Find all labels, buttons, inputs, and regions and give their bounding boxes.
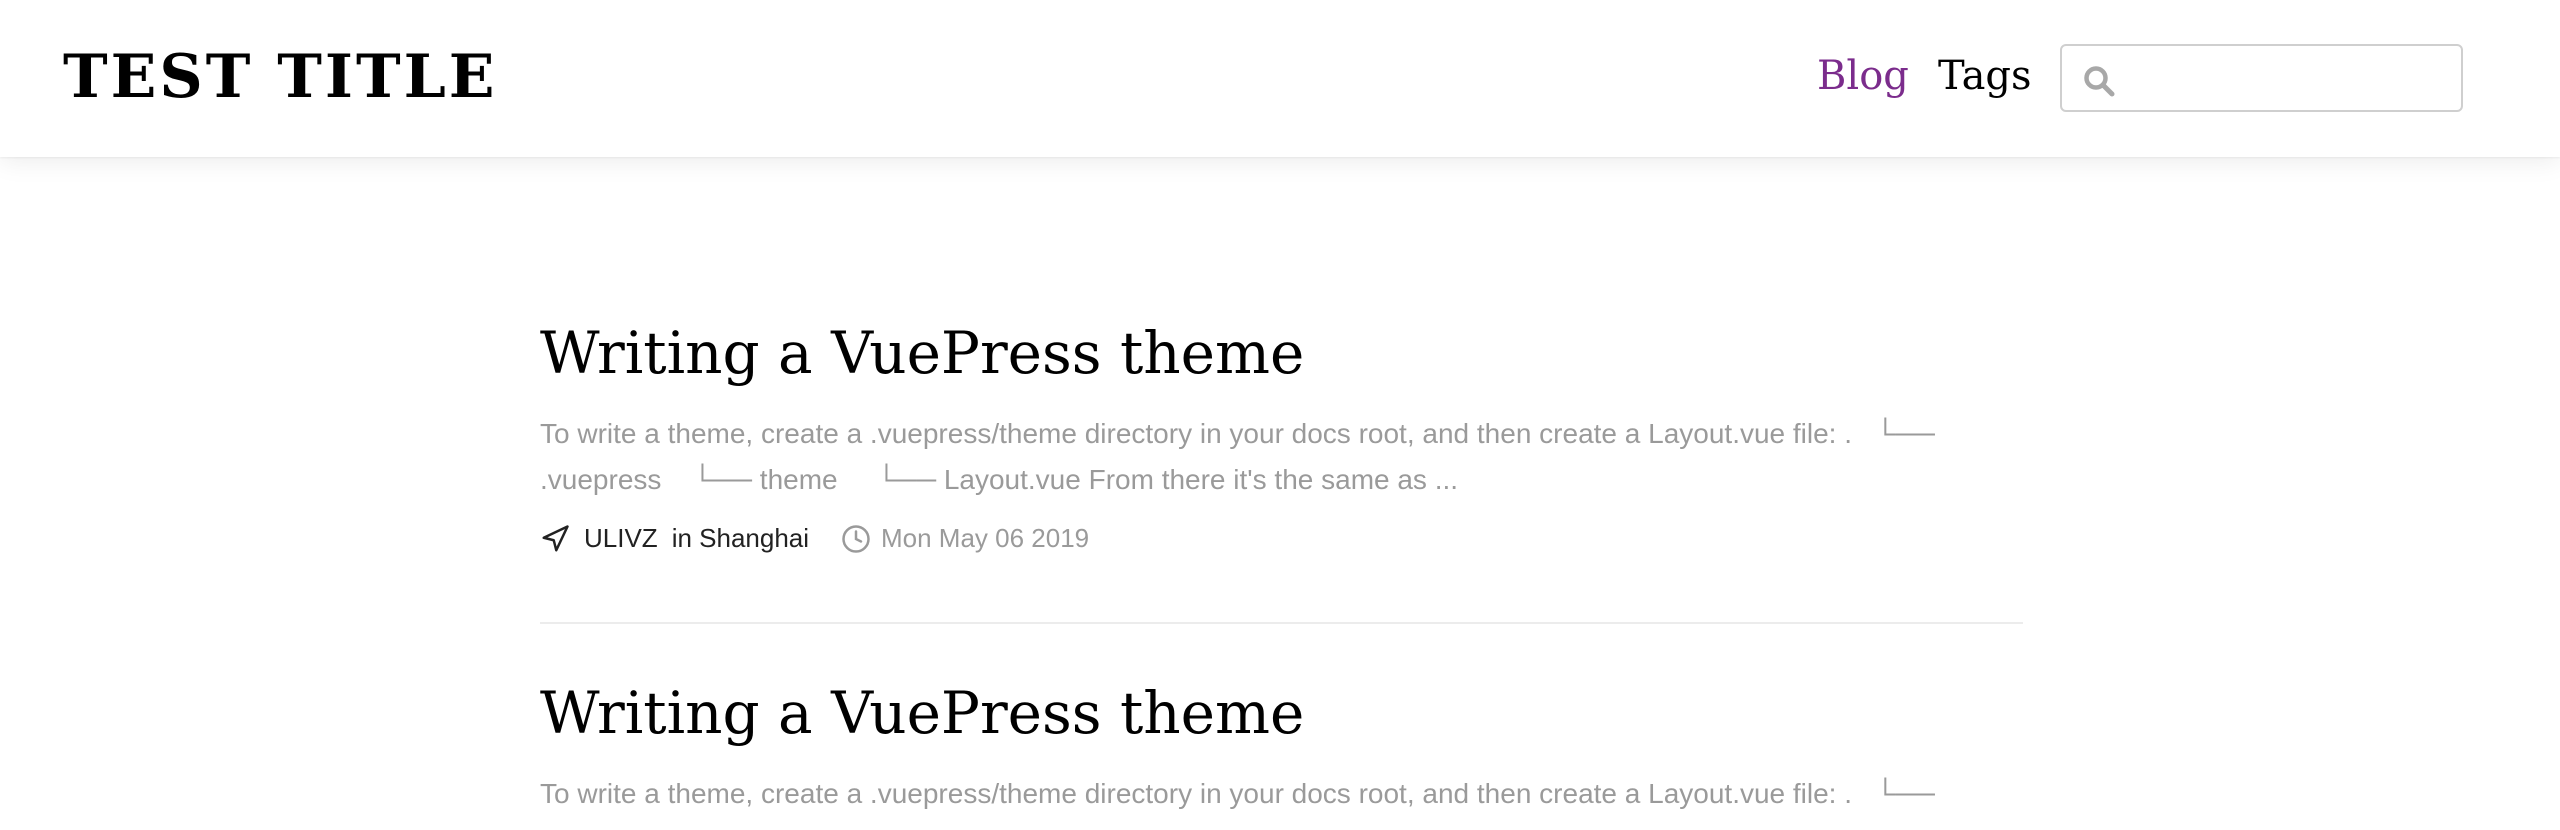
post-summary: To write a theme, create a .vuepress/the… [540,418,1943,495]
author-location: in Shanghai [671,523,810,553]
post-date-text: Mon May 06 2019 [881,523,1090,553]
nav-link-blog[interactable]: Blog [1817,46,1909,106]
post-divider [540,622,2023,624]
site-header: TEST TITLE Blog Tags [0,0,2560,157]
navigation-arrow-icon [542,524,569,551]
search-box[interactable] [2060,44,2463,112]
clock-icon [842,524,870,553]
post-meta: ULIVZ in Shanghai Mon May 06 2019 [540,523,2023,565]
post-title[interactable]: Writing a VuePress theme [540,305,2023,401]
post-title[interactable]: Writing a VuePress theme [540,665,2023,761]
author-name: ULIVZ [584,523,658,553]
post-item: Writing a VuePress theme To write a them… [540,665,2023,817]
post-author: ULIVZ in Shanghai [540,523,809,554]
nav-link-tags[interactable]: Tags [1938,46,2032,106]
search-icon [2084,66,2115,97]
post-summary: To write a theme, create a .vuepress/the… [540,778,1935,809]
site-title[interactable]: TEST TITLE [63,36,498,118]
post-item: Writing a VuePress theme To write a them… [540,305,2023,565]
post-date: Mon May 06 2019 [841,523,1089,554]
search-input[interactable] [2126,54,2446,102]
